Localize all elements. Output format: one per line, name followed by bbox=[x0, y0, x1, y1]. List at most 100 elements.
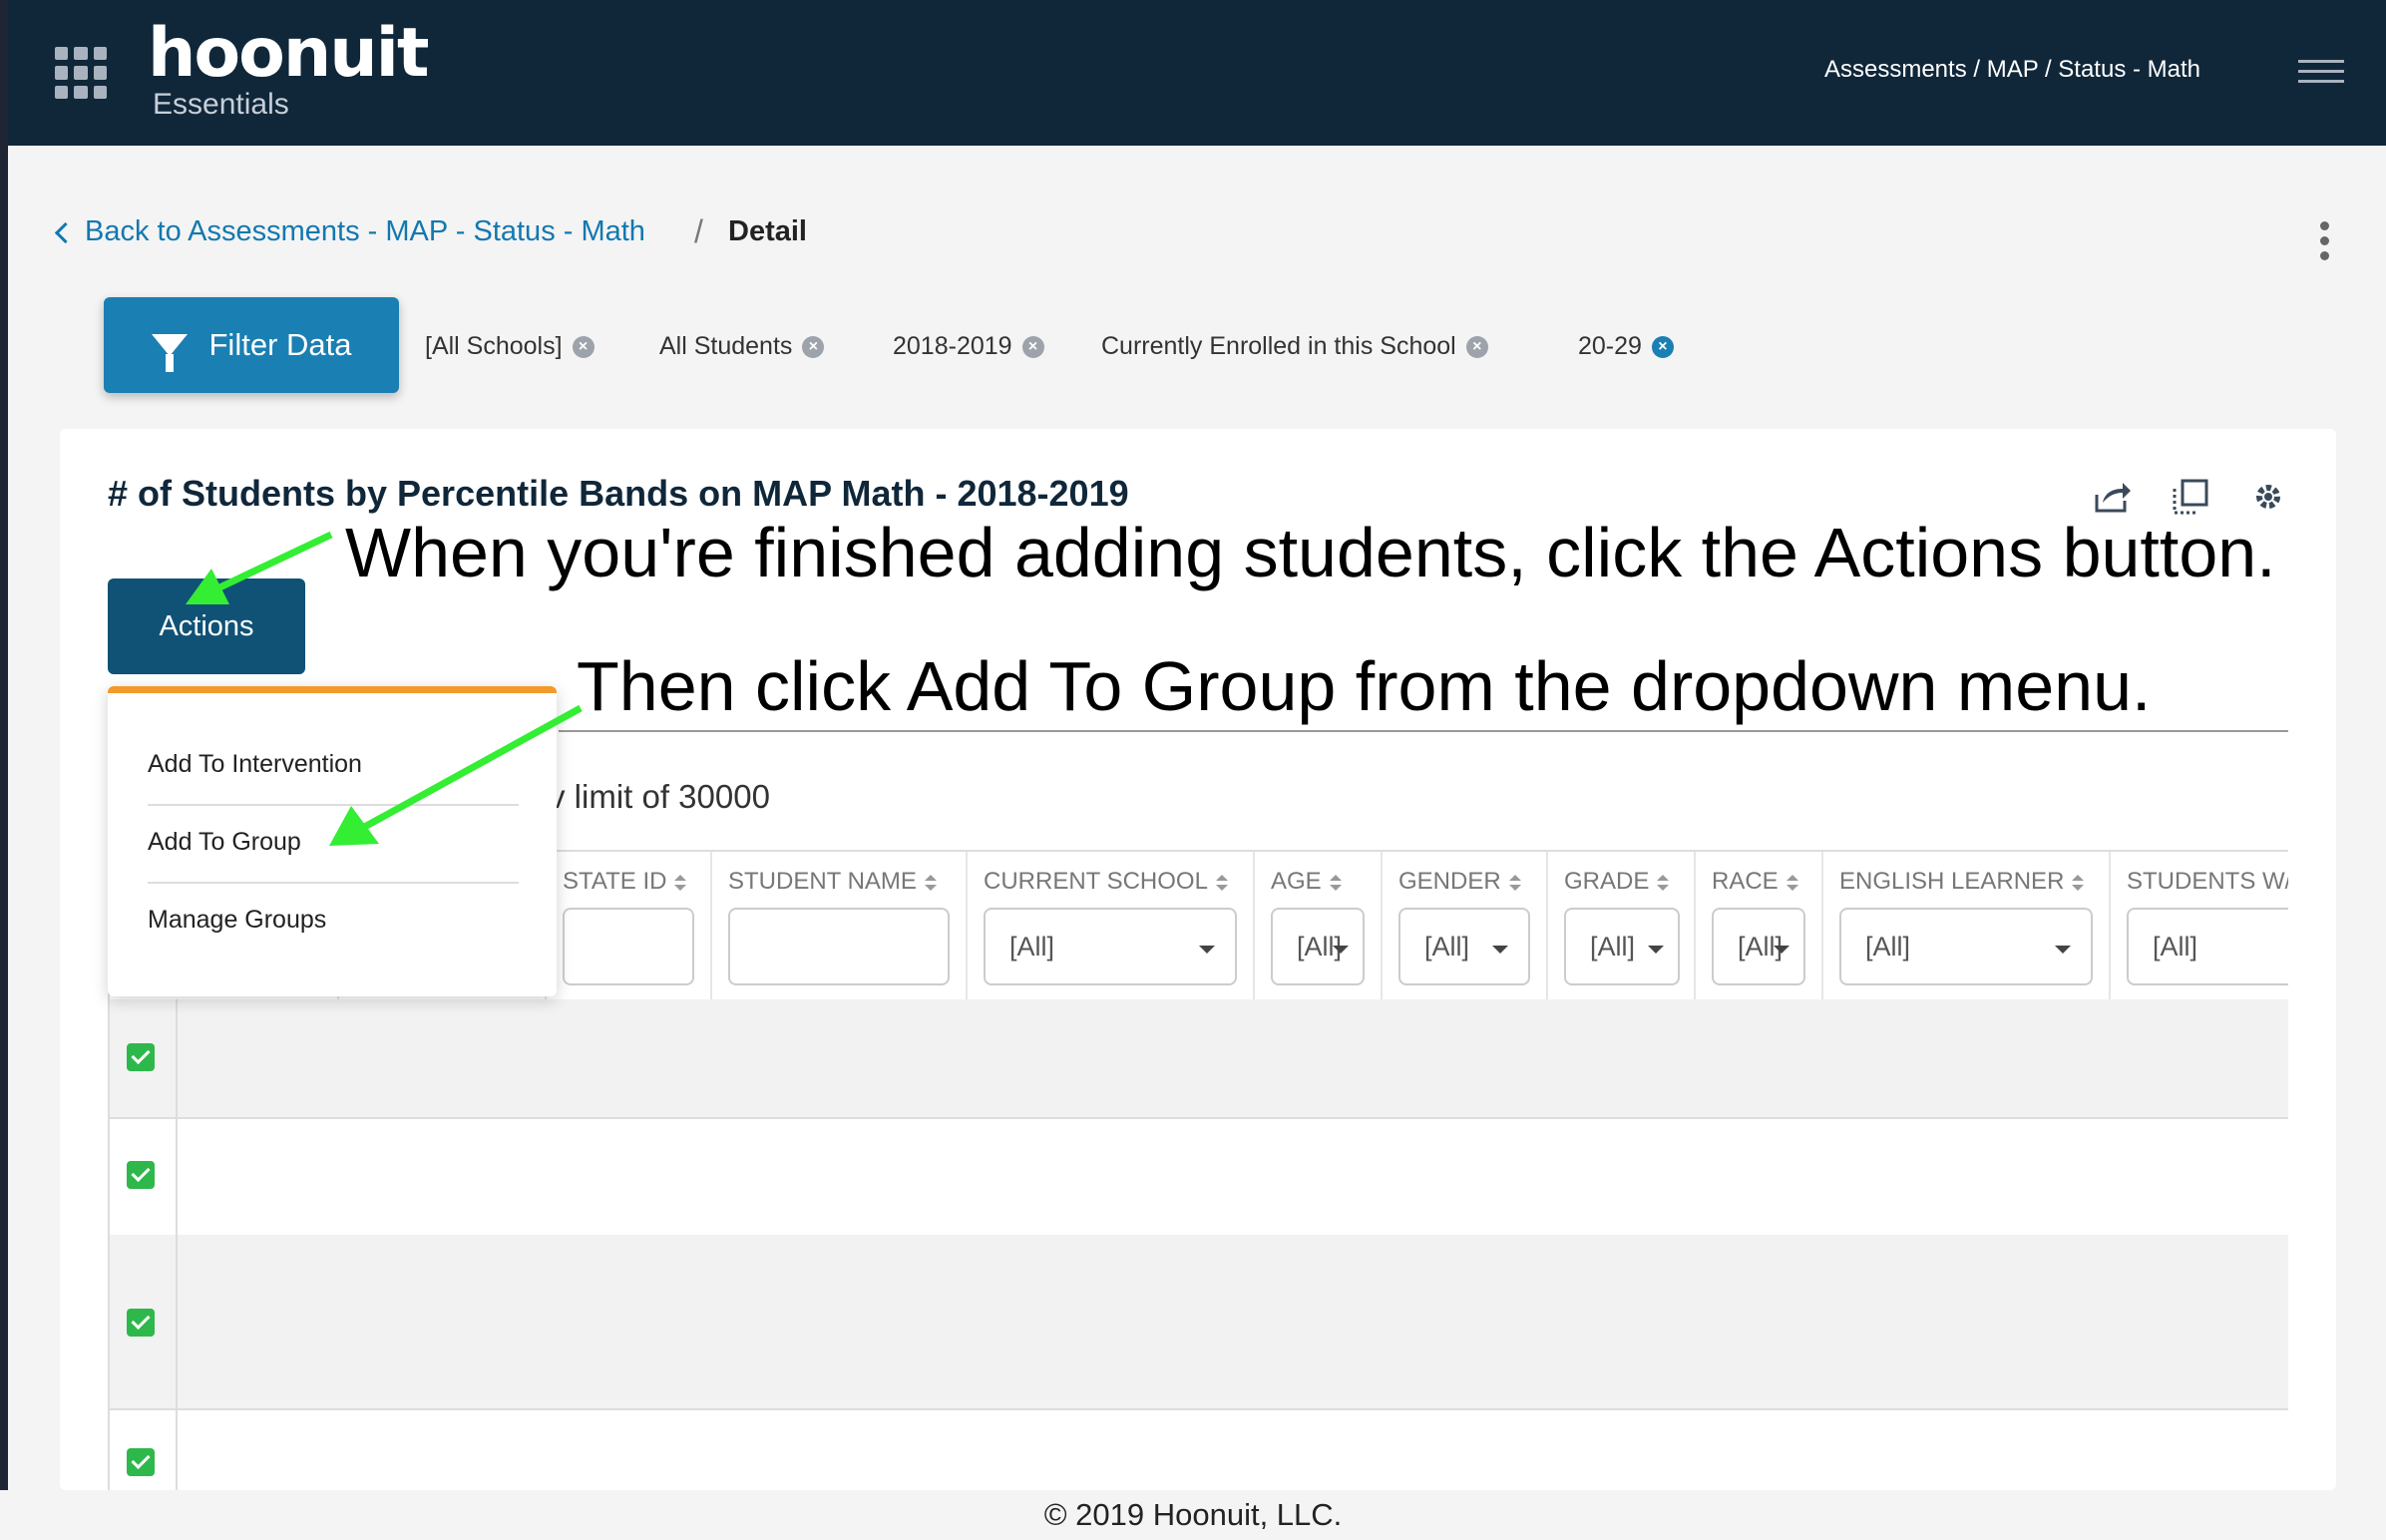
filter-chip-label: [All Schools] bbox=[425, 332, 563, 360]
panel-title: # of Students by Percentile Bands on MAP… bbox=[108, 473, 1129, 514]
filter-chip-label: Currently Enrolled in this School bbox=[1101, 332, 1456, 360]
table-row bbox=[110, 1408, 2288, 1490]
menu-item-manage-groups[interactable]: Manage Groups bbox=[148, 906, 326, 935]
caret-down-icon bbox=[1199, 946, 1215, 954]
filter-data-label: Filter Data bbox=[208, 327, 352, 362]
top-header: hoonuit Essentials Assessments / MAP / S… bbox=[8, 0, 2386, 146]
back-link[interactable]: Back to Assessments - MAP - Status - Mat… bbox=[54, 215, 645, 248]
row-checkbox[interactable] bbox=[127, 1448, 155, 1476]
expand-icon[interactable] bbox=[2171, 477, 2210, 517]
select-value: [All] bbox=[1590, 932, 1636, 962]
sort-icon[interactable] bbox=[1215, 874, 1228, 891]
age-filter-select[interactable]: [All] bbox=[1271, 908, 1365, 985]
race-filter-select[interactable]: [All] bbox=[1712, 908, 1805, 985]
row-checkbox[interactable] bbox=[127, 1309, 155, 1337]
column-header-student-name[interactable]: STUDENT NAME bbox=[728, 868, 937, 896]
gear-icon[interactable] bbox=[2248, 477, 2288, 517]
row-checkbox[interactable] bbox=[127, 1043, 155, 1071]
footer-copyright: © 2019 Hoonuit, LLC. bbox=[1043, 1497, 1343, 1532]
column-divider bbox=[966, 852, 968, 1001]
sort-icon[interactable] bbox=[2072, 874, 2085, 891]
column-header-state-id[interactable]: STATE ID bbox=[563, 868, 687, 896]
row-limit-value: limit of 30000 bbox=[574, 778, 770, 815]
column-header-label: GENDER bbox=[1398, 868, 1501, 895]
sort-icon[interactable] bbox=[924, 874, 937, 891]
checkbox-column-divider bbox=[176, 999, 178, 1490]
column-divider bbox=[2109, 852, 2111, 1001]
close-icon[interactable]: × bbox=[572, 335, 595, 358]
column-header-label: RACE bbox=[1712, 868, 1779, 895]
window-edge bbox=[0, 0, 8, 1530]
select-value: [All] bbox=[1865, 932, 1911, 962]
sort-icon[interactable] bbox=[1329, 874, 1342, 891]
hamburger-menu-icon[interactable] bbox=[2298, 60, 2344, 86]
actions-button[interactable]: Actions bbox=[108, 578, 305, 674]
column-header-age[interactable]: AGE bbox=[1271, 868, 1342, 896]
caret-down-icon bbox=[1648, 946, 1664, 954]
apps-grid-icon[interactable] bbox=[55, 47, 107, 99]
row-limit-text: v limit of 30000 bbox=[549, 778, 770, 816]
grade-filter-select[interactable]: [All] bbox=[1564, 908, 1680, 985]
current-school-filter-select[interactable]: [All] bbox=[984, 908, 1237, 985]
row-checkbox[interactable] bbox=[127, 1161, 155, 1189]
caret-down-icon bbox=[2055, 946, 2071, 954]
caret-down-icon bbox=[1774, 946, 1790, 954]
annotation-step-1: When you're finished adding students, cl… bbox=[345, 514, 2276, 591]
column-header-grade[interactable]: GRADE bbox=[1564, 868, 1670, 896]
column-header-race[interactable]: RACE bbox=[1712, 868, 1798, 896]
english-learner-filter-select[interactable]: [All] bbox=[1839, 908, 2093, 985]
annotation-step-2: Then click Add To Group from the dropdow… bbox=[577, 647, 2152, 725]
close-icon[interactable]: × bbox=[1021, 335, 1044, 358]
column-header-label: STUDENTS W/ bbox=[2127, 868, 2288, 895]
hoonuit-logo[interactable]: hoonuit bbox=[148, 14, 429, 94]
more-options-icon[interactable] bbox=[2320, 221, 2330, 266]
actions-dropdown-menu: Add To Intervention Add To Group Manage … bbox=[108, 686, 557, 996]
column-divider bbox=[1821, 852, 1823, 1001]
filter-chip: 20-29 × bbox=[1578, 332, 1674, 361]
column-header-current-school[interactable]: CURRENT SCHOOL bbox=[984, 868, 1228, 896]
column-header-english-learner[interactable]: ENGLISH LEARNER bbox=[1839, 868, 2085, 896]
close-icon[interactable]: × bbox=[802, 335, 825, 358]
logo-subtitle: Essentials bbox=[153, 88, 289, 121]
column-header-label: CURRENT SCHOOL bbox=[984, 868, 1208, 895]
sort-icon[interactable] bbox=[674, 874, 687, 891]
select-value: [All] bbox=[1009, 932, 1055, 962]
student-name-filter-input[interactable] bbox=[728, 908, 950, 985]
back-link-label: Back to Assessments - MAP - Status - Mat… bbox=[85, 215, 645, 247]
column-divider bbox=[1253, 852, 1255, 1001]
filter-data-button[interactable]: Filter Data bbox=[104, 297, 399, 393]
column-divider bbox=[1694, 852, 1696, 1001]
caret-down-icon bbox=[1333, 946, 1349, 954]
menu-item-add-to-intervention[interactable]: Add To Intervention bbox=[148, 750, 362, 779]
breadcrumb-separator: / bbox=[694, 213, 703, 249]
column-header-label: ENGLISH LEARNER bbox=[1839, 868, 2065, 895]
menu-divider bbox=[148, 804, 519, 806]
column-header-gender[interactable]: GENDER bbox=[1398, 868, 1521, 896]
annotation-underline bbox=[559, 730, 2288, 732]
funnel-icon bbox=[151, 334, 188, 372]
caret-down-icon bbox=[1492, 946, 1508, 954]
column-header-label: STUDENT NAME bbox=[728, 868, 917, 895]
column-header-label: GRADE bbox=[1564, 868, 1650, 895]
menu-divider bbox=[148, 882, 519, 884]
table-row bbox=[110, 1117, 2288, 1237]
select-value: [All] bbox=[1424, 932, 1470, 962]
sort-icon[interactable] bbox=[1657, 874, 1670, 891]
share-icon[interactable] bbox=[2093, 477, 2133, 517]
menu-item-add-to-group[interactable]: Add To Group bbox=[148, 828, 301, 857]
gender-filter-select[interactable]: [All] bbox=[1398, 908, 1530, 985]
sort-icon[interactable] bbox=[1786, 874, 1798, 891]
state-id-filter-input[interactable] bbox=[563, 908, 694, 985]
filter-chip-label: All Students bbox=[659, 332, 793, 360]
table-row bbox=[110, 999, 2288, 1119]
filter-chip: All Students × bbox=[659, 332, 825, 361]
close-icon[interactable]: × bbox=[1465, 335, 1488, 358]
students-with-filter-select[interactable]: [All] bbox=[2127, 908, 2288, 985]
column-header-label: AGE bbox=[1271, 868, 1322, 895]
column-header-students-with[interactable]: STUDENTS W/ bbox=[2127, 868, 2288, 896]
column-divider bbox=[710, 852, 712, 1001]
chevron-left-icon bbox=[54, 221, 77, 244]
close-icon[interactable]: × bbox=[1651, 335, 1674, 358]
sort-icon[interactable] bbox=[1508, 874, 1521, 891]
column-divider bbox=[1381, 852, 1383, 1001]
